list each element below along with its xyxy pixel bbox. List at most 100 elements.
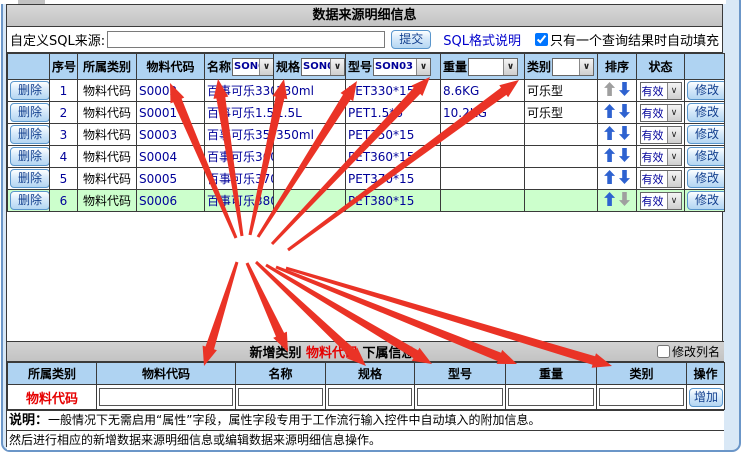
delete-cell[interactable]: 删除: [8, 80, 50, 102]
sort-up-icon[interactable]: [604, 170, 615, 184]
modify-button[interactable]: 修改: [687, 169, 725, 188]
modify-button[interactable]: 修改: [687, 191, 725, 210]
delete-cell[interactable]: 删除: [8, 124, 50, 146]
add-button[interactable]: 增加: [689, 388, 723, 407]
sort-down-icon[interactable]: [619, 148, 630, 162]
add-type-input[interactable]: [599, 388, 684, 406]
sort-up-icon[interactable]: [604, 192, 615, 206]
spec-cell: [274, 190, 346, 212]
add-column-spec: 规格: [326, 363, 415, 385]
delete-cell[interactable]: 删除: [8, 168, 50, 190]
spec-cell: 1.5L: [274, 102, 346, 124]
delete-cell[interactable]: 删除: [8, 190, 50, 212]
add-column-weight: 重量: [506, 363, 597, 385]
name-cell: 百事可乐1.5L: [205, 102, 274, 124]
spec-cell: 350ml: [274, 124, 346, 146]
model-column-select[interactable]: SON03∨: [373, 58, 431, 76]
rename-columns-checkbox[interactable]: [657, 345, 670, 358]
table-row: 删除4物料代码S0004百事可乐360mlPET360*15 有效∨修改: [8, 146, 725, 168]
sql-source-input[interactable]: [107, 31, 385, 48]
add-column-type: 类别: [597, 363, 687, 385]
chevron-down-icon: ∨: [579, 59, 593, 75]
status-cell: 有效∨: [637, 168, 685, 190]
sort-down-icon[interactable]: [619, 170, 630, 184]
modify-button[interactable]: 修改: [687, 125, 725, 144]
chevron-down-icon: ∨: [503, 59, 517, 75]
modify-button[interactable]: 修改: [687, 103, 725, 122]
type-column-select[interactable]: ∨: [552, 58, 594, 76]
status-select[interactable]: 有效∨: [640, 192, 682, 210]
modify-cell[interactable]: 修改: [685, 80, 725, 102]
add-spec-input[interactable]: [328, 388, 412, 406]
status-select[interactable]: 有效∨: [640, 148, 682, 166]
type-cell: [525, 190, 598, 212]
sort-down-icon[interactable]: [619, 104, 630, 118]
delete-button[interactable]: 删除: [10, 147, 50, 166]
chevron-down-icon: ∨: [667, 83, 681, 99]
column-header-name: 名称SON01∨: [205, 54, 274, 80]
seq-cell: 6: [50, 190, 78, 212]
data-source-table: 序号 所属类别 物料代码 名称SON01∨ 规格SON02∨ 型号SON03∨ …: [7, 53, 725, 212]
delete-cell[interactable]: 删除: [8, 102, 50, 124]
name-cell: 百事可乐370ml: [205, 168, 274, 190]
sort-up-icon[interactable]: [604, 148, 615, 162]
add-code-input[interactable]: [99, 388, 233, 406]
modify-cell[interactable]: 修改: [685, 124, 725, 146]
delete-button[interactable]: 删除: [10, 103, 50, 122]
note-line-2: 然后进行相应的新增数据来源明细信息或编辑数据来源明细信息操作。: [7, 430, 724, 450]
name-cell: 百事可乐330ml: [205, 80, 274, 102]
add-section-header: 新增类别 物料代码 下属信息 修改列名: [7, 341, 724, 362]
status-select[interactable]: 有效∨: [640, 82, 682, 100]
column-header-delete: [8, 54, 50, 80]
sort-cell: [598, 146, 637, 168]
chevron-down-icon: ∨: [330, 59, 344, 75]
chevron-down-icon: ∨: [416, 59, 430, 75]
sort-up-icon[interactable]: [604, 126, 615, 140]
column-header-weight: 重量∨: [441, 54, 525, 80]
add-section-title-highlight: 物料代码: [306, 346, 358, 361]
status-select[interactable]: 有效∨: [640, 170, 682, 188]
code-cell: S0005: [137, 168, 205, 190]
modify-cell[interactable]: 修改: [685, 146, 725, 168]
autofill-checkbox[interactable]: [535, 33, 548, 46]
name-cell: 百事可乐380ml: [205, 190, 274, 212]
delete-button[interactable]: 删除: [10, 169, 50, 188]
weight-column-select[interactable]: ∨: [468, 58, 518, 76]
autofill-label: 只有一个查询结果时自动填充: [550, 30, 719, 49]
submit-button[interactable]: 提交: [391, 30, 431, 49]
add-model-input[interactable]: [417, 388, 503, 406]
status-select[interactable]: 有效∨: [640, 104, 682, 122]
sort-up-icon[interactable]: [604, 104, 615, 118]
add-form-row: 物料代码 增加: [8, 385, 725, 410]
modify-button[interactable]: 修改: [687, 81, 725, 100]
sql-source-label: 自定义SQL来源:: [10, 30, 105, 49]
name-column-select[interactable]: SON01∨: [232, 58, 273, 76]
modify-cell[interactable]: 修改: [685, 190, 725, 212]
status-cell: 有效∨: [637, 80, 685, 102]
sort-down-icon[interactable]: [619, 82, 630, 96]
column-header-model: 型号SON03∨: [346, 54, 441, 80]
delete-button[interactable]: 删除: [10, 81, 50, 100]
modify-cell[interactable]: 修改: [685, 168, 725, 190]
delete-button[interactable]: 删除: [10, 191, 50, 210]
add-weight-input[interactable]: [508, 388, 594, 406]
spec-column-select[interactable]: SON02∨: [301, 58, 345, 76]
spec-cell: [274, 146, 346, 168]
code-cell: S0006: [137, 190, 205, 212]
sql-format-link[interactable]: SQL格式说明: [443, 30, 521, 49]
seq-cell: 5: [50, 168, 78, 190]
add-record-section: 新增类别 物料代码 下属信息 修改列名 所属类别 物料代码 名称 规格: [7, 341, 724, 450]
delete-cell[interactable]: 删除: [8, 146, 50, 168]
delete-button[interactable]: 删除: [10, 125, 50, 144]
sort-down-icon[interactable]: [619, 126, 630, 140]
sort-up-icon[interactable]: [604, 82, 615, 96]
model-cell: PET330*15: [346, 80, 441, 102]
add-name-input[interactable]: [238, 388, 323, 406]
sort-cell: [598, 124, 637, 146]
status-select[interactable]: 有效∨: [640, 126, 682, 144]
type-cell: 可乐型: [525, 80, 598, 102]
sort-down-icon[interactable]: [619, 192, 630, 206]
modify-button[interactable]: 修改: [687, 147, 725, 166]
modify-cell[interactable]: 修改: [685, 102, 725, 124]
model-cell: PET1.5*6: [346, 102, 441, 124]
